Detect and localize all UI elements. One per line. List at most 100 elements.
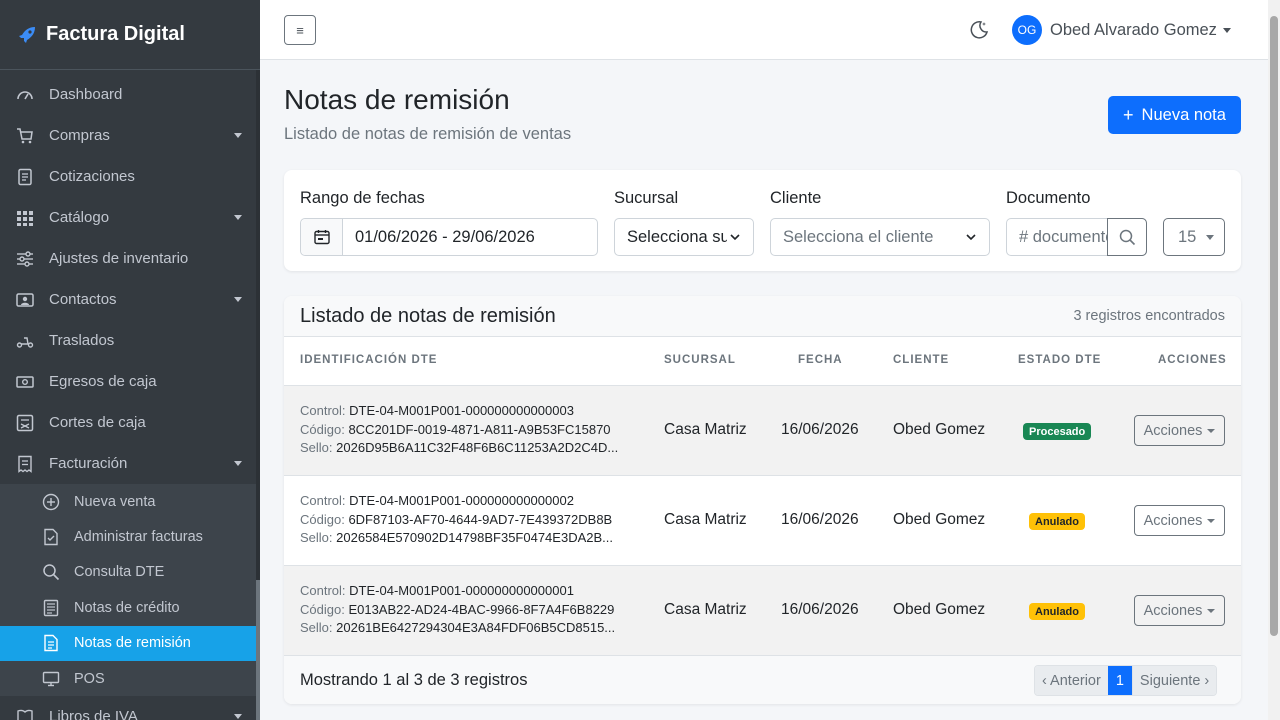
document-input[interactable] — [1007, 219, 1107, 255]
chevron-down-icon — [1222, 27, 1231, 33]
chevron-down-icon — [1207, 608, 1216, 613]
sidebar-item-nueva-venta[interactable]: Nueva venta — [0, 484, 260, 519]
sidebar-item-administrar-facturas[interactable]: Administrar facturas — [0, 519, 260, 554]
dte-control: DTE-04-M001P001-000000000000001 — [349, 583, 574, 598]
status-badge: Anulado — [1029, 513, 1085, 530]
sidebar-item-cotizaciones[interactable]: Cotizaciones — [0, 156, 260, 197]
note-icon — [42, 599, 60, 617]
calendar-icon[interactable] — [301, 219, 343, 255]
sidebar-item-traslados[interactable]: Traslados — [0, 320, 260, 361]
pagination-page-current[interactable]: 1 — [1107, 666, 1132, 695]
per-page-select[interactable]: 15 — [1163, 218, 1225, 256]
file-receipt-icon — [42, 634, 60, 652]
client-label: Cliente — [770, 189, 822, 207]
monitor-icon — [42, 670, 60, 688]
chevron-down-icon — [234, 133, 242, 138]
row-cliente: Obed Gomez — [893, 421, 986, 438]
sidebar-item-cortes-caja[interactable]: Cortes de caja — [0, 402, 260, 443]
date-range-value: 01/06/2026 - 29/06/2026 — [355, 227, 535, 246]
dte-sello: 2026584E570902D14798BF35F0474E3DA2B... — [336, 530, 613, 545]
chevron-down-icon — [966, 234, 976, 241]
sidebar-item-pos[interactable]: POS — [0, 661, 260, 696]
row-cliente: Obed Gomez — [893, 511, 986, 528]
remission-list-card: Listado de notas de remisión 3 registros… — [284, 296, 1241, 704]
grid-icon — [16, 209, 34, 227]
table-row: Control: DTE-04-M001P001-000000000000002… — [284, 476, 1241, 566]
chevron-down-icon — [1207, 518, 1216, 523]
page-scrollbar-thumb[interactable] — [1270, 16, 1278, 636]
hamburger-icon: ≡ — [296, 22, 304, 38]
search-icon — [1119, 229, 1135, 245]
branch-select[interactable]: Selecciona sucursal — [614, 218, 754, 256]
dte-sello: 2026D95B6A11C32F48F6B6C11253A2D2C4D... — [336, 440, 619, 455]
col-fecha: FECHA — [798, 354, 843, 366]
list-header: Listado de notas de remisión 3 registros… — [284, 296, 1241, 337]
page-scrollbar[interactable] — [1268, 0, 1280, 720]
sidebar-item-egresos-caja[interactable]: Egresos de caja — [0, 361, 260, 402]
dte-identification: Control: DTE-04-M001P001-000000000000002… — [300, 493, 613, 545]
sidebar-item-ajustes-inventario[interactable]: Ajustes de inventario — [0, 238, 260, 279]
chevron-down-icon — [234, 297, 242, 302]
actions-dropdown-button[interactable]: Acciones — [1134, 505, 1225, 536]
pagination-next[interactable]: Siguiente › — [1131, 666, 1217, 695]
sidebar-item-consulta-dte[interactable]: Consulta DTE — [0, 555, 260, 590]
row-fecha: 16/06/2026 — [781, 511, 859, 528]
actions-dropdown-button[interactable]: Acciones — [1134, 595, 1225, 626]
book-icon — [16, 708, 34, 720]
chevron-down-icon — [234, 714, 242, 720]
page-subtitle: Listado de notas de remisión de ventas — [284, 125, 572, 143]
date-range-picker[interactable]: 01/06/2026 - 29/06/2026 — [300, 218, 598, 256]
dte-control: DTE-04-M001P001-000000000000002 — [349, 493, 574, 508]
row-sucursal: Casa Matriz — [664, 511, 747, 528]
user-menu[interactable]: OG Obed Alvarado Gomez — [1012, 15, 1231, 45]
status-badge: Anulado — [1029, 603, 1085, 620]
avatar: OG — [1012, 15, 1042, 45]
pagination: ‹ Anterior 1 Siguiente › — [1034, 665, 1218, 696]
table-row: Control: DTE-04-M001P001-000000000000003… — [284, 386, 1241, 476]
row-cliente: Obed Gomez — [893, 601, 986, 618]
sidebar-item-libros-iva[interactable]: Libros de IVA — [0, 696, 260, 720]
sidebar-item-notas-credito[interactable]: Notas de crédito — [0, 590, 260, 625]
per-page-value: 15 — [1178, 227, 1197, 246]
actions-dropdown-button[interactable]: Acciones — [1134, 415, 1225, 446]
row-fecha: 16/06/2026 — [781, 601, 859, 618]
menu-toggle-button[interactable]: ≡ — [284, 15, 316, 45]
sidebar-item-contactos[interactable]: Contactos — [0, 279, 260, 320]
date-range-label: Rango de fechas — [300, 189, 425, 207]
sidebar-nav: Dashboard Compras Cotizaciones Catálogo … — [0, 70, 260, 720]
sidebar-item-notas-remision[interactable]: Notas de remisión — [0, 625, 256, 661]
row-sucursal: Casa Matriz — [664, 601, 747, 618]
sidebar-scrollbar-thumb[interactable] — [256, 580, 260, 720]
pagination-prev[interactable]: ‹ Anterior — [1035, 666, 1108, 695]
table-header: IDENTIFICACIÓN DTE SUCURSAL FECHA CLIENT… — [284, 337, 1241, 386]
brand-title: Factura Digital — [46, 23, 185, 45]
col-sucursal: SUCURSAL — [664, 354, 736, 366]
row-sucursal: Casa Matriz — [664, 421, 747, 438]
new-note-button[interactable]: + Nueva nota — [1108, 96, 1241, 134]
sidebar-item-dashboard[interactable]: Dashboard — [0, 74, 260, 115]
sidebar-item-facturacion[interactable]: Facturación — [0, 443, 260, 484]
plus-circle-icon — [42, 493, 60, 511]
document-search-button[interactable] — [1107, 218, 1147, 256]
branch-label: Sucursal — [614, 189, 679, 207]
sidebar: Factura Digital Dashboard Compras Cotiza… — [0, 0, 260, 720]
dte-codigo: 8CC201DF-0019-4871-A811-A9B53FC15870 — [348, 421, 611, 437]
gauge-icon — [16, 86, 34, 104]
col-estado: ESTADO DTE — [1018, 354, 1102, 366]
sidebar-item-compras[interactable]: Compras — [0, 115, 260, 156]
filters-card: Rango de fechas Sucursal Cliente Documen… — [284, 170, 1241, 271]
dte-codigo: E013AB22-AD24-4BAC-9966-8F7A4F6B8229 — [348, 601, 615, 617]
chevron-down-icon — [234, 215, 242, 220]
dte-control: DTE-04-M001P001-000000000000003 — [349, 403, 574, 418]
dte-identification: Control: DTE-04-M001P001-000000000000003… — [300, 403, 619, 455]
topbar: ≡ OG Obed Alvarado Gomez — [260, 0, 1268, 60]
client-select[interactable]: Selecciona el cliente — [770, 218, 990, 256]
search-icon — [42, 563, 60, 581]
brand[interactable]: Factura Digital — [0, 0, 260, 70]
col-cliente: CLIENTE — [893, 354, 950, 366]
sidebar-item-catalogo[interactable]: Catálogo — [0, 197, 260, 238]
moon-icon[interactable] — [968, 19, 990, 41]
plus-icon: + — [1123, 104, 1134, 125]
sidebar-scrollbar[interactable] — [256, 70, 260, 720]
sliders-icon — [16, 250, 34, 268]
